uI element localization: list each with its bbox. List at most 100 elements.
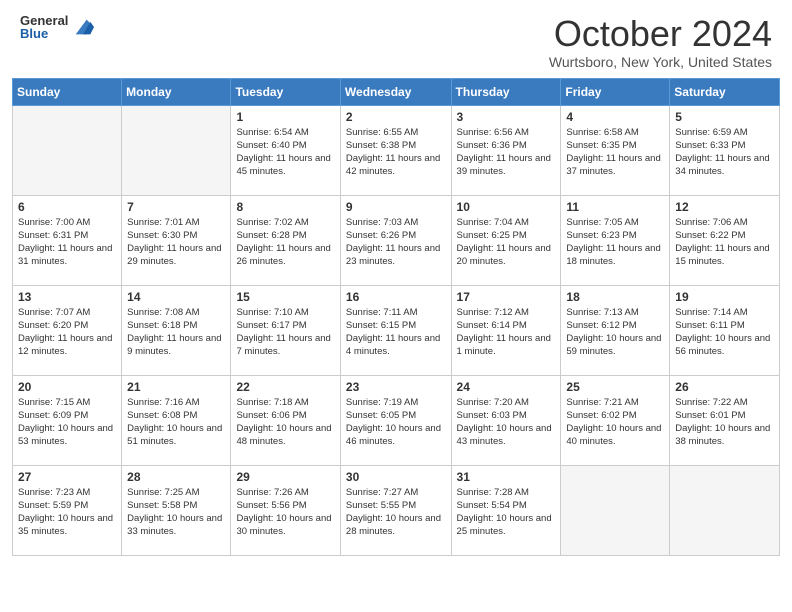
calendar-cell: 19 Sunrise: 7:14 AMSunset: 6:11 PMDayligh…	[670, 285, 780, 375]
title-block: October 2024 Wurtsboro, New York, United…	[549, 14, 772, 70]
day-number: 25	[566, 380, 664, 394]
day-number: 21	[127, 380, 225, 394]
calendar-header-row: SundayMondayTuesdayWednesdayThursdayFrid…	[13, 78, 780, 105]
day-header-thursday: Thursday	[451, 78, 561, 105]
day-number: 14	[127, 290, 225, 304]
day-number: 29	[236, 470, 334, 484]
calendar-cell: 11 Sunrise: 7:05 AMSunset: 6:23 PMDayligh…	[561, 195, 670, 285]
calendar-cell	[561, 465, 670, 555]
day-info: Sunrise: 7:13 AMSunset: 6:12 PMDaylight:…	[566, 306, 664, 359]
calendar-cell: 14 Sunrise: 7:08 AMSunset: 6:18 PMDayligh…	[122, 285, 231, 375]
calendar-cell: 30 Sunrise: 7:27 AMSunset: 5:55 PMDayligh…	[340, 465, 451, 555]
day-header-friday: Friday	[561, 78, 670, 105]
calendar-week-row: 6 Sunrise: 7:00 AMSunset: 6:31 PMDaylight…	[13, 195, 780, 285]
day-info: Sunrise: 7:10 AMSunset: 6:17 PMDaylight:…	[236, 306, 334, 359]
day-info: Sunrise: 6:54 AMSunset: 6:40 PMDaylight:…	[236, 126, 334, 179]
day-number: 11	[566, 200, 664, 214]
calendar-cell: 28 Sunrise: 7:25 AMSunset: 5:58 PMDayligh…	[122, 465, 231, 555]
calendar-cell: 25 Sunrise: 7:21 AMSunset: 6:02 PMDayligh…	[561, 375, 670, 465]
logo: General Blue	[20, 14, 94, 40]
day-number: 13	[18, 290, 116, 304]
calendar-cell: 26 Sunrise: 7:22 AMSunset: 6:01 PMDayligh…	[670, 375, 780, 465]
calendar-cell: 31 Sunrise: 7:28 AMSunset: 5:54 PMDayligh…	[451, 465, 561, 555]
calendar-cell: 20Sunrise: 7:15 AMSunset: 6:09 PMDayligh…	[13, 375, 122, 465]
calendar-cell: 5 Sunrise: 6:59 AMSunset: 6:33 PMDaylight…	[670, 105, 780, 195]
calendar-week-row: 1 Sunrise: 6:54 AMSunset: 6:40 PMDaylight…	[13, 105, 780, 195]
day-number: 24	[457, 380, 556, 394]
calendar-cell: 16 Sunrise: 7:11 AMSunset: 6:15 PMDayligh…	[340, 285, 451, 375]
calendar-cell: 8 Sunrise: 7:02 AMSunset: 6:28 PMDaylight…	[231, 195, 340, 285]
calendar-cell: 15 Sunrise: 7:10 AMSunset: 6:17 PMDayligh…	[231, 285, 340, 375]
day-number: 6	[18, 200, 116, 214]
day-number: 28	[127, 470, 225, 484]
day-info: Sunrise: 7:25 AMSunset: 5:58 PMDaylight:…	[127, 486, 225, 539]
day-header-monday: Monday	[122, 78, 231, 105]
day-number: 23	[346, 380, 446, 394]
day-number: 31	[457, 470, 556, 484]
day-info: Sunrise: 7:04 AMSunset: 6:25 PMDaylight:…	[457, 216, 556, 269]
day-info: Sunrise: 7:02 AMSunset: 6:28 PMDaylight:…	[236, 216, 334, 269]
day-number: 18	[566, 290, 664, 304]
calendar-cell: 12Sunrise: 7:06 AMSunset: 6:22 PMDayligh…	[670, 195, 780, 285]
day-number: 26	[675, 380, 774, 394]
calendar-cell: 7 Sunrise: 7:01 AMSunset: 6:30 PMDaylight…	[122, 195, 231, 285]
calendar-table: SundayMondayTuesdayWednesdayThursdayFrid…	[12, 78, 780, 556]
calendar-cell: 29Sunrise: 7:26 AMSunset: 5:56 PMDayligh…	[231, 465, 340, 555]
day-number: 17	[457, 290, 556, 304]
day-info: Sunrise: 7:05 AMSunset: 6:23 PMDaylight:…	[566, 216, 664, 269]
day-info: Sunrise: 7:15 AMSunset: 6:09 PMDaylight:…	[18, 396, 116, 449]
calendar-cell: 10Sunrise: 7:04 AMSunset: 6:25 PMDayligh…	[451, 195, 561, 285]
calendar-wrapper: SundayMondayTuesdayWednesdayThursdayFrid…	[0, 78, 792, 568]
day-info: Sunrise: 7:12 AMSunset: 6:14 PMDaylight:…	[457, 306, 556, 359]
calendar-cell: 22 Sunrise: 7:18 AMSunset: 6:06 PMDayligh…	[231, 375, 340, 465]
day-info: Sunrise: 7:21 AMSunset: 6:02 PMDaylight:…	[566, 396, 664, 449]
day-info: Sunrise: 7:22 AMSunset: 6:01 PMDaylight:…	[675, 396, 774, 449]
day-info: Sunrise: 7:01 AMSunset: 6:30 PMDaylight:…	[127, 216, 225, 269]
calendar-week-row: 13Sunrise: 7:07 AMSunset: 6:20 PMDayligh…	[13, 285, 780, 375]
day-info: Sunrise: 6:58 AMSunset: 6:35 PMDaylight:…	[566, 126, 664, 179]
calendar-cell: 18 Sunrise: 7:13 AMSunset: 6:12 PMDayligh…	[561, 285, 670, 375]
day-number: 7	[127, 200, 225, 214]
calendar-cell: 13Sunrise: 7:07 AMSunset: 6:20 PMDayligh…	[13, 285, 122, 375]
day-header-wednesday: Wednesday	[340, 78, 451, 105]
day-info: Sunrise: 7:14 AMSunset: 6:11 PMDaylight:…	[675, 306, 774, 359]
day-header-saturday: Saturday	[670, 78, 780, 105]
calendar-week-row: 20Sunrise: 7:15 AMSunset: 6:09 PMDayligh…	[13, 375, 780, 465]
calendar-cell: 23Sunrise: 7:19 AMSunset: 6:05 PMDayligh…	[340, 375, 451, 465]
day-number: 3	[457, 110, 556, 124]
day-number: 8	[236, 200, 334, 214]
day-number: 19	[675, 290, 774, 304]
day-info: Sunrise: 6:59 AMSunset: 6:33 PMDaylight:…	[675, 126, 774, 179]
header: General Blue October 2024 Wurtsboro, New…	[0, 0, 792, 78]
calendar-cell: 2Sunrise: 6:55 AMSunset: 6:38 PMDaylight…	[340, 105, 451, 195]
day-number: 22	[236, 380, 334, 394]
day-number: 1	[236, 110, 334, 124]
day-info: Sunrise: 7:20 AMSunset: 6:03 PMDaylight:…	[457, 396, 556, 449]
day-info: Sunrise: 7:11 AMSunset: 6:15 PMDaylight:…	[346, 306, 446, 359]
month-title: October 2024	[549, 14, 772, 54]
day-info: Sunrise: 7:18 AMSunset: 6:06 PMDaylight:…	[236, 396, 334, 449]
day-number: 30	[346, 470, 446, 484]
day-info: Sunrise: 7:16 AMSunset: 6:08 PMDaylight:…	[127, 396, 225, 449]
day-info: Sunrise: 7:00 AMSunset: 6:31 PMDaylight:…	[18, 216, 116, 269]
day-info: Sunrise: 7:27 AMSunset: 5:55 PMDaylight:…	[346, 486, 446, 539]
day-info: Sunrise: 7:08 AMSunset: 6:18 PMDaylight:…	[127, 306, 225, 359]
calendar-cell: 3 Sunrise: 6:56 AMSunset: 6:36 PMDaylight…	[451, 105, 561, 195]
location: Wurtsboro, New York, United States	[549, 54, 772, 70]
day-number: 16	[346, 290, 446, 304]
logo-blue-text: Blue	[20, 27, 68, 40]
calendar-cell: 9 Sunrise: 7:03 AMSunset: 6:26 PMDaylight…	[340, 195, 451, 285]
logo-icon	[72, 16, 94, 38]
day-info: Sunrise: 6:56 AMSunset: 6:36 PMDaylight:…	[457, 126, 556, 179]
calendar-cell	[670, 465, 780, 555]
calendar-cell: 27Sunrise: 7:23 AMSunset: 5:59 PMDayligh…	[13, 465, 122, 555]
day-number: 15	[236, 290, 334, 304]
day-number: 9	[346, 200, 446, 214]
day-info: Sunrise: 7:03 AMSunset: 6:26 PMDaylight:…	[346, 216, 446, 269]
calendar-cell	[13, 105, 122, 195]
calendar-cell: 21 Sunrise: 7:16 AMSunset: 6:08 PMDayligh…	[122, 375, 231, 465]
day-number: 5	[675, 110, 774, 124]
calendar-cell: 24 Sunrise: 7:20 AMSunset: 6:03 PMDayligh…	[451, 375, 561, 465]
day-info: Sunrise: 7:28 AMSunset: 5:54 PMDaylight:…	[457, 486, 556, 539]
day-header-tuesday: Tuesday	[231, 78, 340, 105]
